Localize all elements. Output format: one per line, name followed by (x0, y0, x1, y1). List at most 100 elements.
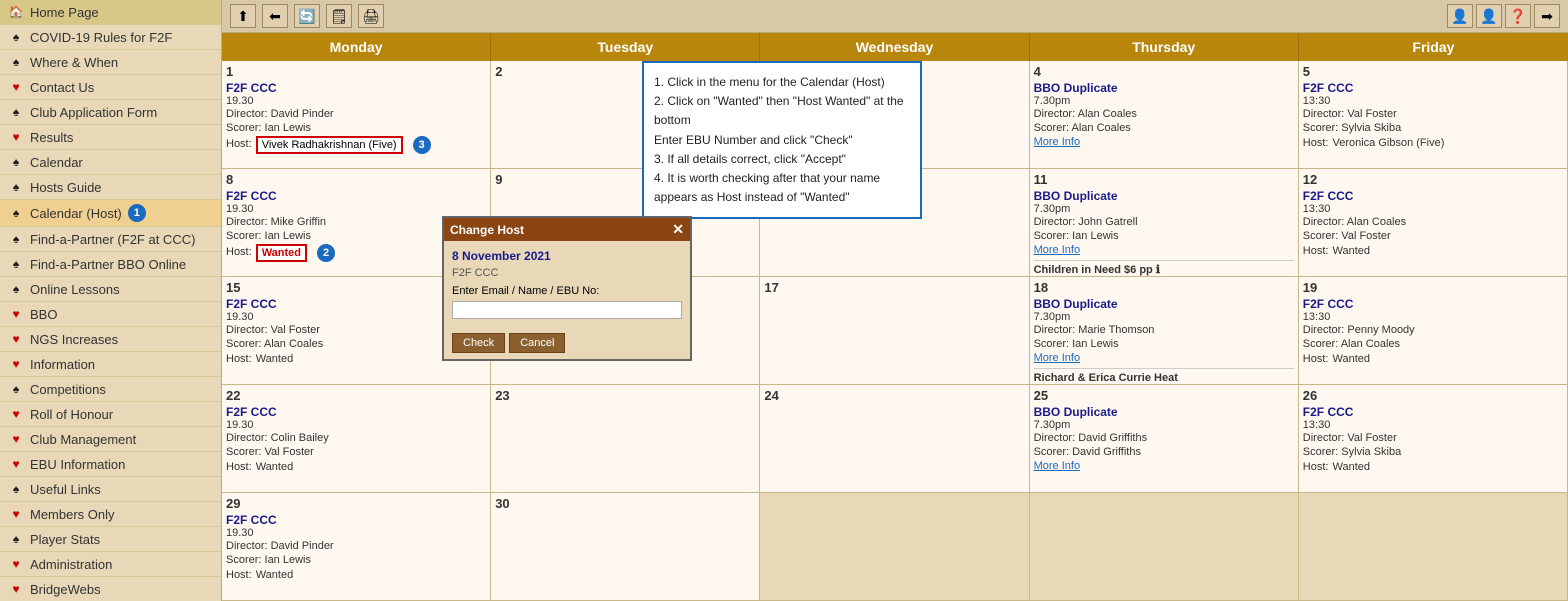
host-value[interactable]: Wanted (256, 460, 294, 474)
header-friday: Friday (1299, 33, 1568, 61)
sidebar-label: Calendar (30, 155, 83, 170)
sidebar-item-bridgewebs[interactable]: ♥BridgeWebs (0, 577, 221, 601)
spade-icon: ♠ (8, 231, 24, 247)
sidebar-item-where---when[interactable]: ♠Where & When (0, 50, 221, 75)
nav-grid-btn[interactable]: 🗒 (326, 4, 352, 28)
toolbar-forward-btn[interactable]: ➡ (1534, 4, 1560, 28)
event-title[interactable]: F2F CCC (1303, 297, 1563, 311)
event-time: 7.30pm (1034, 311, 1294, 323)
event-scorer: Scorer: Alan Coales (1034, 121, 1294, 135)
nav-back-btn[interactable]: ⬅ (262, 4, 288, 28)
sidebar-item-results[interactable]: ♥Results (0, 125, 221, 150)
host-label: Host: (226, 137, 252, 151)
event-director: Director: Marie Thomson (1034, 323, 1294, 337)
sidebar-item-club-application-form[interactable]: ♠Club Application Form (0, 100, 221, 125)
sidebar-item-information[interactable]: ♥ Information (0, 352, 221, 377)
event-scorer: Scorer: Val Foster (226, 445, 486, 459)
calendar-cell (1299, 493, 1568, 601)
day-number: 8 (226, 172, 486, 187)
tooltip-line: 2. Click on "Wanted" then "Host Wanted" … (654, 92, 910, 130)
event-title[interactable]: BBO Duplicate (1034, 405, 1294, 419)
host-value[interactable]: Wanted (1332, 352, 1370, 366)
sidebar-item-ngs-increases[interactable]: ♥NGS Increases (0, 327, 221, 352)
event-time: 19.30 (226, 527, 486, 539)
sidebar-label: Information (30, 357, 95, 372)
toolbar-icon2[interactable]: 👤 (1476, 4, 1502, 28)
sidebar-item-competitions[interactable]: ♠Competitions (0, 377, 221, 402)
event-title[interactable]: F2F CCC (226, 513, 486, 527)
check-button[interactable]: Check (452, 333, 505, 353)
event-title[interactable]: F2F CCC (226, 189, 486, 203)
host-value[interactable]: Wanted (256, 244, 307, 262)
calendar-cell: 4BBO Duplicate7.30pmDirector: Alan Coale… (1030, 61, 1299, 169)
sidebar-item-calendar[interactable]: ♠Calendar (0, 150, 221, 175)
sidebar-label: Administration (30, 557, 112, 572)
modal-ebu-input[interactable] (452, 301, 682, 319)
event-time: 13:30 (1303, 311, 1563, 323)
host-value[interactable]: Wanted (1332, 460, 1370, 474)
host-value[interactable]: Wanted (1332, 244, 1370, 258)
event-title[interactable]: F2F CCC (1303, 405, 1563, 419)
modal-footer: CheckCancel (444, 327, 690, 359)
host-value[interactable]: Wanted (256, 568, 294, 582)
host-value[interactable]: Wanted (256, 352, 294, 366)
main-content: ⬆ ⬅ 🔄 🗒 🖨 👤 👤 ❓ ➡ Monday Tuesday Wednesd… (222, 0, 1568, 601)
event-director: Director: Val Foster (1303, 431, 1563, 445)
event-director: Director: Alan Coales (1034, 107, 1294, 121)
event-director: Director: David Griffiths (1034, 431, 1294, 445)
cancel-button[interactable]: Cancel (509, 333, 565, 353)
nav-refresh-btn[interactable]: 🔄 (294, 4, 320, 28)
calendar: Monday Tuesday Wednesday Thursday Friday… (222, 33, 1568, 601)
more-info-link[interactable]: More Info (1034, 136, 1294, 148)
sidebar-item-contact-us[interactable]: ♥Contact Us (0, 75, 221, 100)
calendar-cell: 11BBO Duplicate7.30pmDirector: John Gatr… (1030, 169, 1299, 277)
event-title[interactable]: BBO Duplicate (1034, 189, 1294, 203)
nav-up-btn[interactable]: ⬆ (230, 4, 256, 28)
event-title[interactable]: BBO Duplicate (1034, 297, 1294, 311)
event-time: 19.30 (226, 95, 486, 107)
more-info-link[interactable]: More Info (1034, 244, 1294, 256)
event-title[interactable]: F2F CCC (226, 81, 486, 95)
sidebar-item-administration[interactable]: ♥ Administration (0, 552, 221, 577)
sidebar-item-find-a-partner-bbo-online[interactable]: ♠Find-a-Partner BBO Online (0, 252, 221, 277)
day-number: 24 (764, 388, 1024, 403)
event-title[interactable]: BBO Duplicate (1034, 81, 1294, 95)
heart-icon: ♥ (8, 356, 24, 372)
event-time: 13:30 (1303, 203, 1563, 215)
sidebar-item-members-only[interactable]: ♥Members Only (0, 502, 221, 527)
sidebar-item-player-stats[interactable]: ♠Player Stats (0, 527, 221, 552)
nav-print-btn[interactable]: 🖨 (358, 4, 384, 28)
sidebar-item-covid-19-rules-for-f2f[interactable]: ♠COVID-19 Rules for F2F (0, 25, 221, 50)
sidebar-item-hosts-guide[interactable]: ♠Hosts Guide (0, 175, 221, 200)
host-value[interactable]: Veronica Gibson (Five) (1332, 136, 1444, 150)
day-number: 12 (1303, 172, 1563, 187)
host-row: Host: Wanted (226, 460, 486, 474)
sidebar-item-club-management[interactable]: ♥Club Management (0, 427, 221, 452)
sidebar-item-find-a-partner--f2f-at-ccc-[interactable]: ♠Find-a-Partner (F2F at CCC) (0, 227, 221, 252)
sidebar-label: Competitions (30, 382, 106, 397)
sidebar-item-home-page[interactable]: 🏠Home Page (0, 0, 221, 25)
sidebar-item-calendar--host-[interactable]: ♠Calendar (Host)1 (0, 200, 221, 227)
sidebar-item-bbo[interactable]: ♥BBO (0, 302, 221, 327)
host-value[interactable]: Vivek Radhakrishnan (Five) (256, 136, 403, 154)
more-info-link[interactable]: More Info (1034, 352, 1294, 364)
sidebar-label: Find-a-Partner BBO Online (30, 257, 186, 272)
event-title[interactable]: F2F CCC (1303, 81, 1563, 95)
modal-close-btn[interactable]: ✕ (672, 221, 684, 238)
toolbar-help-btn[interactable]: ❓ (1505, 4, 1531, 28)
more-info-link[interactable]: More Info (1034, 460, 1294, 472)
sidebar-item-useful-links[interactable]: ♠Useful Links (0, 477, 221, 502)
sidebar-label: Club Management (30, 432, 136, 447)
event-director: Director: David Pinder (226, 107, 486, 121)
event-title[interactable]: F2F CCC (226, 405, 486, 419)
spade-icon: 🏠 (8, 4, 24, 20)
event-title[interactable]: F2F CCC (1303, 189, 1563, 203)
sidebar-item-ebu-information[interactable]: ♥EBU Information (0, 452, 221, 477)
heart-icon: ♥ (8, 556, 24, 572)
sidebar-item-online-lessons[interactable]: ♠Online Lessons (0, 277, 221, 302)
header-thursday: Thursday (1030, 33, 1299, 61)
toolbar-icon1[interactable]: 👤 (1447, 4, 1473, 28)
sidebar-item-roll-of-honour[interactable]: ♥Roll of Honour (0, 402, 221, 427)
host-row: Host: Wanted (1303, 460, 1563, 474)
calendar-cell: 25BBO Duplicate7.30pmDirector: David Gri… (1030, 385, 1299, 493)
